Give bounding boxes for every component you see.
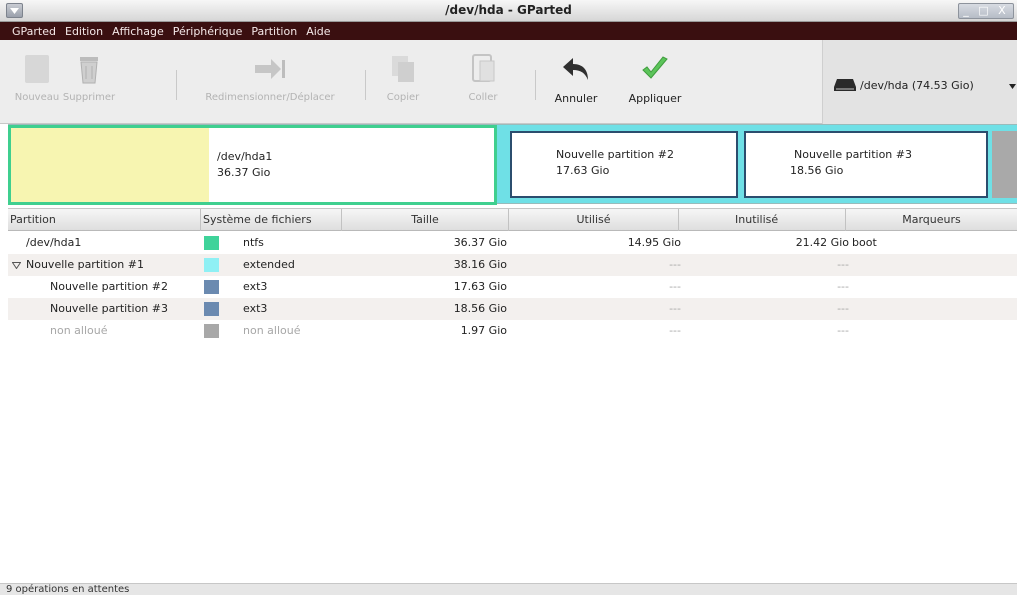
- partition-cell: Nouvelle partition #3: [50, 302, 168, 315]
- paste-label: Coller: [468, 92, 498, 103]
- fs-color-swatch: [204, 280, 219, 294]
- delete-label: Supprimer: [62, 92, 116, 103]
- size-cell: 36.37 Gio: [453, 236, 507, 249]
- table-header: Partition Système de fichiers Taille Uti…: [8, 209, 1017, 231]
- hard-drive-icon: [834, 79, 856, 91]
- table-row[interactable]: non alloué non alloué 1.97 Gio --- ---: [8, 320, 1017, 342]
- partition-cell: Nouvelle partition #1: [26, 258, 144, 271]
- unused-cell: ---: [837, 258, 849, 271]
- used-cell: ---: [669, 302, 681, 315]
- copy-label: Copier: [386, 92, 420, 103]
- flags-cell: boot: [852, 236, 877, 249]
- table-row[interactable]: Nouvelle partition #2 ext3 17.63 Gio ---…: [8, 276, 1017, 298]
- device-selector[interactable]: /dev/hda (74.53 Gio): [822, 40, 1017, 124]
- toolbar-separator: [365, 70, 366, 100]
- partition-cell: Nouvelle partition #2: [50, 280, 168, 293]
- partition-map-unallocated[interactable]: [992, 131, 1017, 198]
- used-cell: 14.95 Gio: [627, 236, 681, 249]
- menu-bar: GParted Edition Affichage Périphérique P…: [0, 22, 1017, 40]
- fs-color-swatch: [204, 324, 219, 338]
- column-header-filesystem[interactable]: Système de fichiers: [201, 209, 342, 231]
- window-controls[interactable]: _ □ X: [958, 3, 1014, 19]
- filesystem-cell: non alloué: [243, 324, 301, 337]
- undo-arrow-icon: [559, 52, 593, 86]
- menu-aide[interactable]: Aide: [306, 25, 330, 38]
- partition-size: 36.37 Gio: [217, 166, 271, 179]
- new-icon: [20, 52, 54, 86]
- fs-color-swatch: [204, 302, 219, 316]
- partition-name: Nouvelle partition #3: [794, 148, 912, 161]
- toolbar-separator: [535, 70, 536, 100]
- partition-size: 18.56 Gio: [790, 164, 844, 177]
- partition-name: /dev/hda1: [217, 150, 273, 163]
- resize-move-label: Redimensionner/Déplacer: [205, 92, 335, 103]
- table-row[interactable]: Nouvelle partition #3 ext3 18.56 Gio ---…: [8, 298, 1017, 320]
- filesystem-cell: ext3: [243, 280, 268, 293]
- unused-cell: 21.42 Gio: [795, 236, 849, 249]
- size-cell: 38.16 Gio: [453, 258, 507, 271]
- partition-used-space: [11, 128, 209, 202]
- apply-button[interactable]: Appliquer: [622, 46, 688, 116]
- new-label: Nouveau: [14, 92, 60, 103]
- partition-table: Partition Système de fichiers Taille Uti…: [8, 208, 1017, 583]
- window-title: /dev/hda - GParted: [445, 3, 572, 17]
- menu-partition[interactable]: Partition: [251, 25, 297, 38]
- unused-cell: ---: [837, 324, 849, 337]
- filesystem-cell: ntfs: [243, 236, 264, 249]
- paste-icon: [466, 52, 500, 86]
- expander-triangle-icon[interactable]: [12, 262, 21, 269]
- status-text: 9 opérations en attentes: [6, 584, 130, 595]
- copy-icon: [386, 52, 420, 86]
- size-cell: 17.63 Gio: [453, 280, 507, 293]
- chevron-down-icon: [1009, 84, 1016, 89]
- checkmark-icon: [638, 52, 672, 86]
- trash-icon: [72, 52, 106, 86]
- menu-peripherique[interactable]: Périphérique: [173, 25, 243, 38]
- used-cell: ---: [669, 324, 681, 337]
- copy-button[interactable]: Copier: [380, 46, 426, 116]
- size-cell: 18.56 Gio: [453, 302, 507, 315]
- table-row[interactable]: Nouvelle partition #1 extended 38.16 Gio…: [8, 254, 1017, 276]
- title-bar: /dev/hda - GParted _ □ X: [0, 0, 1017, 22]
- delete-button[interactable]: Supprimer: [62, 46, 116, 116]
- toolbar-separator: [176, 70, 177, 100]
- partition-map: /dev/hda1 36.37 Gio Nouvelle partition #…: [8, 124, 1017, 205]
- partition-size: 17.63 Gio: [556, 164, 610, 177]
- table-row[interactable]: /dev/hda1 ntfs 36.37 Gio 14.95 Gio 21.42…: [8, 232, 1017, 254]
- menu-gparted[interactable]: GParted: [12, 25, 56, 38]
- used-cell: ---: [669, 258, 681, 271]
- unused-cell: ---: [837, 280, 849, 293]
- menu-edition[interactable]: Edition: [65, 25, 103, 38]
- partition-map-partition-2[interactable]: Nouvelle partition #2 17.63 Gio: [510, 131, 738, 198]
- resize-move-button[interactable]: Redimensionner/Déplacer: [182, 46, 358, 116]
- partition-cell: non alloué: [50, 324, 108, 337]
- apply-label: Appliquer: [628, 92, 682, 105]
- new-button[interactable]: Nouveau: [14, 46, 60, 116]
- unused-cell: ---: [837, 302, 849, 315]
- menu-affichage[interactable]: Affichage: [112, 25, 164, 38]
- status-bar: 9 opérations en attentes: [0, 583, 1017, 595]
- used-cell: ---: [669, 280, 681, 293]
- partition-cell: /dev/hda1: [26, 236, 82, 249]
- device-label: /dev/hda (74.53 Gio): [860, 79, 974, 92]
- partition-map-hda1[interactable]: /dev/hda1 36.37 Gio: [8, 125, 497, 205]
- column-header-flags[interactable]: Marqueurs: [846, 209, 1017, 231]
- column-header-used[interactable]: Utilisé: [509, 209, 679, 231]
- filesystem-cell: ext3: [243, 302, 268, 315]
- column-header-size[interactable]: Taille: [342, 209, 509, 231]
- paste-button[interactable]: Coller: [460, 46, 506, 116]
- filesystem-cell: extended: [243, 258, 295, 271]
- size-cell: 1.97 Gio: [460, 324, 507, 337]
- toolbar: Nouveau Supprimer Redimensionner/Déplace…: [0, 40, 1017, 124]
- undo-label: Annuler: [554, 92, 598, 105]
- undo-button[interactable]: Annuler: [548, 46, 604, 116]
- resize-arrow-icon: [253, 52, 287, 86]
- fs-color-swatch: [204, 236, 219, 250]
- partition-map-partition-3[interactable]: Nouvelle partition #3 18.56 Gio: [744, 131, 988, 198]
- partition-name: Nouvelle partition #2: [556, 148, 674, 161]
- column-header-partition[interactable]: Partition: [8, 209, 201, 231]
- column-header-unused[interactable]: Inutilisé: [679, 209, 846, 231]
- fs-color-swatch: [204, 258, 219, 272]
